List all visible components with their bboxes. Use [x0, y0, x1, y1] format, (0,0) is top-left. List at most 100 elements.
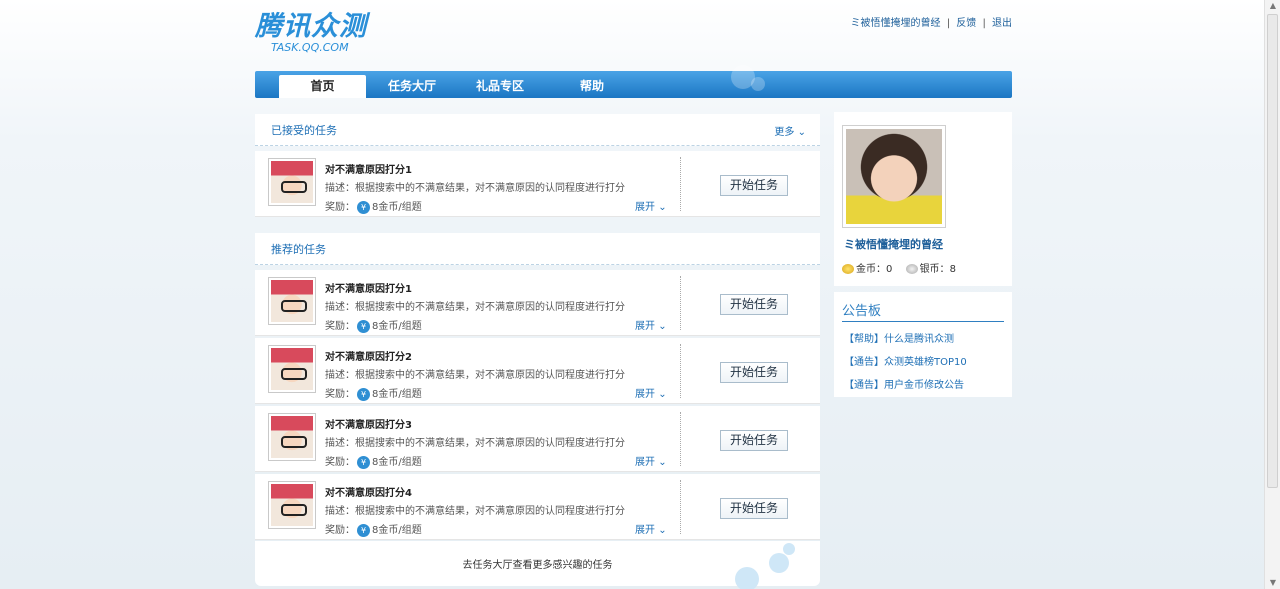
gold-coin-icon	[842, 264, 854, 274]
notice-board: 公告板 【帮助】什么是腾讯众测 【通告】众测英雄榜TOP10 【通告】用户金币修…	[834, 292, 1012, 397]
divider	[680, 480, 681, 534]
expand-link[interactable]: 展开 ⌄	[635, 453, 667, 468]
page-container: 腾讯众测 TASK.QQ.COM ミ被悟懂掩埋的曾经 | 反馈 | 退出 首页 …	[255, 0, 1012, 589]
start-task-button[interactable]: 开始任务	[720, 430, 788, 451]
coin-icon: ¥	[357, 387, 370, 401]
task-description: 描述：根据搜索中的不满意结果，对不满意原因的认同程度进行打分	[325, 183, 625, 194]
expand-label: 展开	[635, 202, 655, 213]
gold-count: 0	[886, 264, 893, 275]
profile-username[interactable]: ミ被悟懂掩埋的曾经	[844, 236, 943, 252]
expand-link[interactable]: 展开 ⌄	[635, 385, 667, 400]
feedback-link[interactable]: 反馈	[956, 18, 976, 29]
chevron-down-icon: ⌄	[658, 389, 667, 400]
divider	[680, 276, 681, 330]
silver-count: 8	[949, 264, 956, 275]
gold-label: 金币：	[856, 264, 886, 275]
scrollbar-thumb[interactable]	[1267, 14, 1278, 488]
divider: |	[982, 18, 986, 29]
task-thumbnail	[268, 413, 316, 461]
avatar[interactable]	[842, 125, 946, 228]
coin-icon: ¥	[357, 455, 370, 469]
chevron-down-icon: ⌄	[658, 321, 667, 332]
logo-main-text: 腾讯众测	[255, 11, 367, 42]
tab-help[interactable]: 帮助	[555, 75, 629, 98]
site-logo[interactable]: 腾讯众测 TASK.QQ.COM	[255, 12, 395, 60]
more-tasks-footer: 去任务大厅查看更多感兴趣的任务	[255, 541, 820, 589]
expand-link[interactable]: 展开 ⌄	[635, 521, 667, 536]
notice-item[interactable]: 【帮助】什么是腾讯众测	[844, 330, 954, 345]
task-description: 描述：根据搜索中的不满意结果，对不满意原因的认同程度进行打分	[325, 302, 625, 313]
list-item: 对不满意原因打分4 描述：根据搜索中的不满意结果，对不满意原因的认同程度进行打分…	[255, 474, 820, 540]
divider	[680, 412, 681, 466]
start-task-button[interactable]: 开始任务	[720, 498, 788, 519]
reward-value: 8金币/组题	[372, 389, 422, 400]
divider	[680, 157, 681, 211]
task-name[interactable]: 对不满意原因打分3	[325, 416, 412, 431]
notice-item[interactable]: 【通告】用户金币修改公告	[844, 376, 964, 391]
task-name[interactable]: 对不满意原因打分2	[325, 348, 412, 363]
section-title: 推荐的任务	[271, 243, 326, 256]
task-description: 描述：根据搜索中的不满意结果，对不满意原因的认同程度进行打分	[325, 438, 625, 449]
decor-bubble	[783, 543, 795, 555]
start-task-button[interactable]: 开始任务	[720, 175, 788, 196]
task-reward: 奖励： ¥8金币/组题	[325, 317, 422, 333]
currency-stats: 金币：0 银币：8	[842, 260, 956, 275]
profile-card: ミ被悟懂掩埋的曾经 金币：0 银币：8	[834, 112, 1012, 286]
decor-bubble	[769, 553, 789, 573]
tab-task-hall[interactable]: 任务大厅	[375, 75, 449, 98]
expand-link[interactable]: 展开 ⌄	[635, 198, 667, 213]
list-item: 对不满意原因打分2 描述：根据搜索中的不满意结果，对不满意原因的认同程度进行打分…	[255, 338, 820, 404]
reward-value: 8金币/组题	[372, 202, 422, 213]
start-task-button[interactable]: 开始任务	[720, 362, 788, 383]
user-name-link[interactable]: ミ被悟懂掩埋的曾经	[851, 18, 941, 29]
coin-icon: ¥	[357, 319, 370, 333]
task-reward: 奖励： ¥8金币/组题	[325, 521, 422, 537]
recommended-tasks-header: 推荐的任务	[255, 233, 820, 265]
chevron-down-icon: ⌄	[797, 127, 806, 138]
reward-label: 奖励：	[325, 321, 355, 332]
list-item: 对不满意原因打分1 描述：根据搜索中的不满意结果，对不满意原因的认同程度进行打分…	[255, 151, 820, 217]
section-title: 已接受的任务	[271, 124, 337, 137]
notice-board-title: 公告板	[842, 300, 1004, 322]
top-user-links: ミ被悟懂掩埋的曾经 | 反馈 | 退出	[851, 14, 1013, 29]
reward-value: 8金币/组题	[372, 525, 422, 536]
coin-icon: ¥	[357, 523, 370, 537]
list-item: 对不满意原因打分3 描述：根据搜索中的不满意结果，对不满意原因的认同程度进行打分…	[255, 406, 820, 472]
decor-bubble	[735, 567, 759, 589]
tab-gift-zone[interactable]: 礼品专区	[463, 75, 537, 98]
task-name[interactable]: 对不满意原因打分4	[325, 484, 412, 499]
more-tasks-link[interactable]: 去任务大厅查看更多感兴趣的任务	[255, 556, 820, 571]
task-description: 描述：根据搜索中的不满意结果，对不满意原因的认同程度进行打分	[325, 506, 625, 517]
task-reward: 奖励： ¥8金币/组题	[325, 198, 422, 214]
task-thumbnail	[268, 277, 316, 325]
silver-coin-icon	[905, 264, 918, 274]
chevron-down-icon: ⌄	[658, 457, 667, 468]
tab-home[interactable]: 首页	[279, 75, 366, 98]
reward-label: 奖励：	[325, 457, 355, 468]
reward-label: 奖励：	[325, 389, 355, 400]
reward-label: 奖励：	[325, 525, 355, 536]
more-link[interactable]: 更多 ⌄	[774, 123, 806, 138]
task-name[interactable]: 对不满意原因打分1	[325, 280, 412, 295]
scroll-up-icon[interactable]: ▲	[1268, 2, 1278, 10]
divider: |	[946, 18, 951, 29]
start-task-button[interactable]: 开始任务	[720, 294, 788, 315]
list-item: 对不满意原因打分1 描述：根据搜索中的不满意结果，对不满意原因的认同程度进行打分…	[255, 270, 820, 336]
more-label: 更多	[774, 127, 795, 138]
task-name[interactable]: 对不满意原因打分1	[325, 161, 412, 176]
logout-link[interactable]: 退出	[992, 18, 1012, 29]
expand-link[interactable]: 展开 ⌄	[635, 317, 667, 332]
chevron-down-icon: ⌄	[658, 525, 667, 536]
notice-item[interactable]: 【通告】众测英雄榜TOP10	[844, 353, 967, 368]
expand-label: 展开	[635, 525, 655, 536]
scroll-down-icon[interactable]: ▼	[1268, 579, 1278, 587]
task-thumbnail	[268, 158, 316, 206]
logo-sub-text: TASK.QQ.COM	[271, 41, 349, 54]
accepted-tasks-header: 已接受的任务 更多 ⌄	[255, 114, 820, 146]
reward-value: 8金币/组题	[372, 321, 422, 332]
task-reward: 奖励： ¥8金币/组题	[325, 453, 422, 469]
task-reward: 奖励： ¥8金币/组题	[325, 385, 422, 401]
coin-icon: ¥	[357, 200, 370, 214]
expand-label: 展开	[635, 321, 655, 332]
vertical-scrollbar[interactable]: ▲ ▼	[1264, 0, 1280, 589]
